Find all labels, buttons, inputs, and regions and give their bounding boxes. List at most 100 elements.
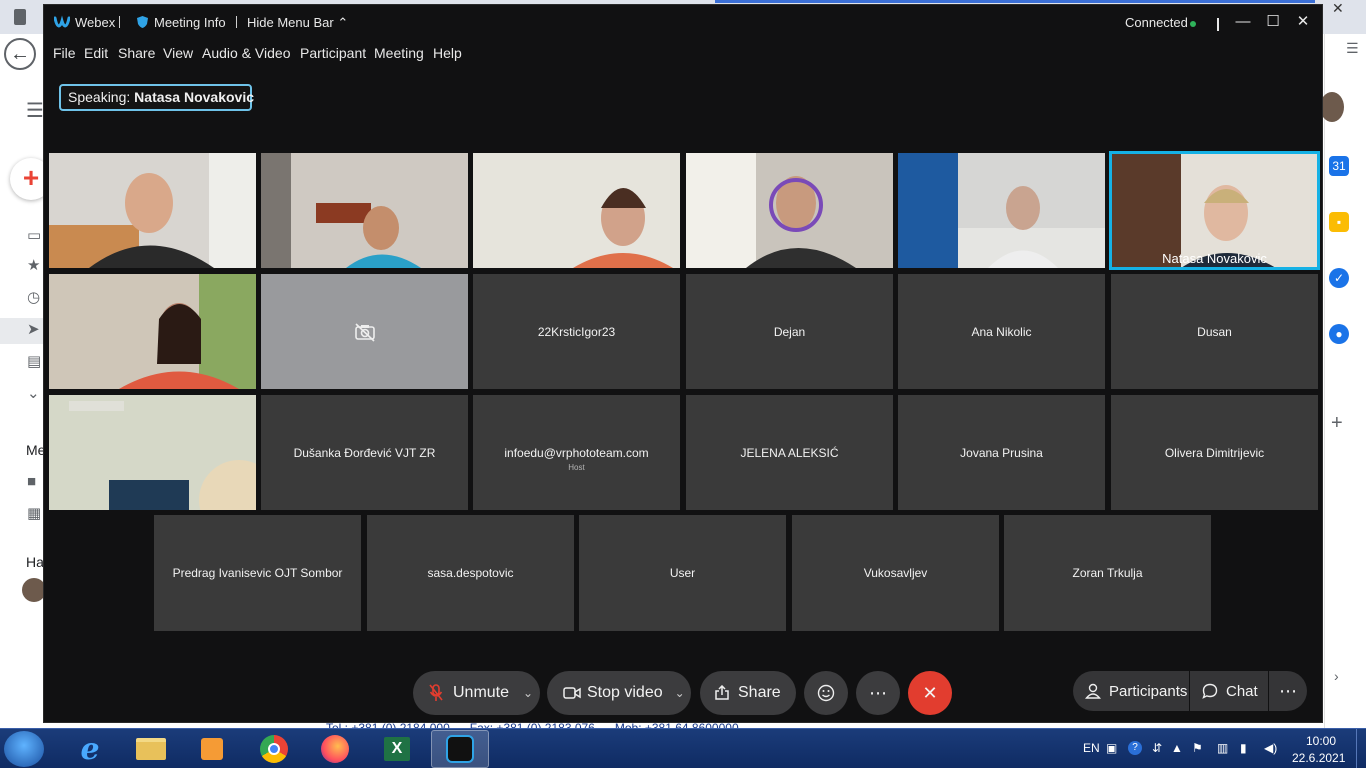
chevron-down-icon[interactable]: ⌄	[675, 686, 685, 700]
participant-tile[interactable]: Jovana Prusina	[898, 395, 1105, 510]
participant-name: Predrag Ivanisevic OJT Sombor	[172, 566, 343, 580]
participant-video-tile[interactable]	[898, 153, 1105, 268]
file-explorer-icon[interactable]	[122, 730, 180, 768]
more-panels-icon[interactable]: ⋯	[1269, 671, 1307, 711]
participant-tile[interactable]: Vukosavljev	[792, 515, 999, 631]
help-icon[interactable]: ?	[1128, 741, 1142, 755]
share-button[interactable]: Share	[700, 671, 796, 715]
usb-icon[interactable]: ⇵	[1152, 741, 1162, 755]
participant-video-tile[interactable]	[49, 395, 256, 510]
unmute-button[interactable]: Unmute ⌄	[413, 671, 540, 715]
hide-menu-bar-label: Hide Menu Bar	[247, 15, 334, 30]
speaking-name: Natasa Novakovic	[134, 89, 255, 105]
participant-video-tile[interactable]	[686, 153, 893, 268]
account-avatar[interactable]	[1320, 92, 1344, 122]
meeting-info-button[interactable]: Meeting Info	[154, 15, 226, 30]
participant-tile[interactable]: Predrag Ivanisevic OJT Sombor	[154, 515, 361, 631]
participant-video-tile[interactable]	[261, 153, 468, 268]
stop-video-button[interactable]: Stop video ⌄	[547, 671, 691, 715]
chat-button[interactable]: Chat	[1190, 671, 1268, 711]
participant-video-feed	[49, 395, 256, 510]
close-icon[interactable]: ✕	[1292, 11, 1314, 33]
add-app-icon[interactable]: +	[1331, 412, 1343, 435]
more-options-icon[interactable]: ⋯	[856, 671, 900, 715]
participants-button[interactable]: Participants	[1073, 671, 1189, 711]
participant-tile[interactable]: sasa.despotovic	[367, 515, 574, 631]
leave-meeting-icon[interactable]: ✕	[908, 671, 952, 715]
contacts-app-icon[interactable]: ●	[1329, 324, 1349, 344]
chevron-down-icon[interactable]: ⌄	[523, 686, 533, 700]
webex-taskbar-icon[interactable]	[431, 730, 489, 768]
participant-video-feed	[686, 153, 893, 268]
participant-tile[interactable]: Zoran Trkulja	[1004, 515, 1211, 631]
tray-expand-icon[interactable]: ▲	[1171, 741, 1183, 755]
chat-bubble-icon	[1202, 683, 1218, 699]
participant-video-tile[interactable]	[473, 153, 680, 268]
menu-meeting[interactable]: Meeting	[374, 45, 424, 61]
language-indicator[interactable]: EN	[1083, 741, 1100, 755]
clock-time[interactable]: 10:00	[1306, 734, 1336, 748]
clock-date[interactable]: 22.6.2021	[1292, 751, 1345, 765]
excel-icon[interactable]: X	[368, 730, 426, 768]
participant-name: infoedu@vrphototeam.com	[504, 445, 649, 460]
title-separator	[236, 16, 237, 28]
participant-tile[interactable]: User	[579, 515, 786, 631]
participant-tile[interactable]: Dejan	[686, 274, 893, 389]
participant-tile[interactable]: Olivera Dimitrijevic	[1111, 395, 1318, 510]
menu-view[interactable]: View	[163, 45, 193, 61]
title-separator	[119, 16, 120, 28]
maximize-icon[interactable]: ☐	[1262, 11, 1284, 33]
network-adapter-icon[interactable]: ▣	[1106, 741, 1117, 755]
volume-icon[interactable]: ◀)	[1264, 741, 1277, 755]
connection-status: Connected	[1125, 15, 1188, 30]
menu-edit[interactable]: Edit	[84, 45, 108, 61]
video-camera-icon	[563, 687, 581, 699]
hangouts-section-label-fragment: Ha	[26, 554, 44, 570]
windows-start-icon[interactable]	[4, 731, 44, 767]
menu-share[interactable]: Share	[118, 45, 155, 61]
participant-tile[interactable]: 22KrsticIgor23	[473, 274, 680, 389]
keep-app-icon[interactable]: ▪	[1329, 212, 1349, 232]
participant-tile-host[interactable]: infoedu@vrphototeam.com Host	[473, 395, 680, 510]
participant-name-label: Natasa Novakovic	[1162, 251, 1267, 266]
participant-name: Dejan	[773, 324, 806, 339]
media-player-icon[interactable]	[183, 730, 241, 768]
browser-close-icon[interactable]: ✕	[1332, 0, 1352, 16]
gmail-menu-icon[interactable]: ☰	[26, 98, 44, 123]
menu-audio-video[interactable]: Audio & Video	[202, 45, 290, 61]
participant-tile[interactable]: JELENA ALEKSIĆ	[686, 395, 893, 510]
participant-video-tile[interactable]	[49, 274, 256, 389]
participant-tile-camera-off[interactable]	[261, 274, 468, 389]
browser-back-icon[interactable]: ←	[4, 38, 36, 70]
participant-tile[interactable]: Ana Nikolic	[898, 274, 1105, 389]
participant-tile[interactable]: Dusan	[1111, 274, 1318, 389]
wifi-signal-icon[interactable]: ▮	[1240, 741, 1247, 755]
participants-label: Participants	[1109, 682, 1188, 700]
participant-tile[interactable]: Dušanka Đorđević VJT ZR	[261, 395, 468, 510]
menu-file[interactable]: File	[53, 45, 76, 61]
internet-explorer-icon[interactable]: e	[61, 730, 119, 768]
tasks-app-icon[interactable]: ✓	[1329, 268, 1349, 288]
participant-video-tile-active-speaker[interactable]: Natasa Novakovic	[1111, 153, 1318, 268]
chrome-icon[interactable]	[245, 730, 303, 768]
calendar-app-icon[interactable]: 31	[1329, 156, 1349, 176]
windows-taskbar: e X EN ▣ ? ⇵ ▲ ⚑ ▥ ▮ ◀) 10:00 22.6.2021	[0, 728, 1366, 768]
chevron-up-icon: ⌃	[337, 15, 349, 30]
expand-panel-icon[interactable]: ›	[1334, 668, 1339, 684]
webex-logo-icon	[54, 15, 70, 28]
minimize-icon[interactable]: —	[1232, 11, 1254, 33]
browser-list-icon[interactable]: ☰	[1346, 40, 1359, 57]
browser-profile-icon[interactable]	[14, 9, 26, 25]
safely-remove-icon[interactable]: ▥	[1217, 741, 1228, 755]
show-desktop-button[interactable]	[1356, 729, 1366, 768]
firefox-icon[interactable]	[306, 730, 364, 768]
hide-menu-bar-button[interactable]: Hide Menu Bar ⌃	[247, 15, 348, 31]
menu-participant[interactable]: Participant	[300, 45, 366, 61]
participant-video-feed	[49, 274, 256, 389]
participant-name: Ana Nikolic	[971, 324, 1032, 339]
action-center-flag-icon[interactable]: ⚑	[1192, 741, 1203, 755]
participant-video-tile[interactable]	[49, 153, 256, 268]
window-control-separator	[1217, 18, 1219, 31]
menu-help[interactable]: Help	[433, 45, 462, 61]
reactions-button[interactable]	[804, 671, 848, 715]
